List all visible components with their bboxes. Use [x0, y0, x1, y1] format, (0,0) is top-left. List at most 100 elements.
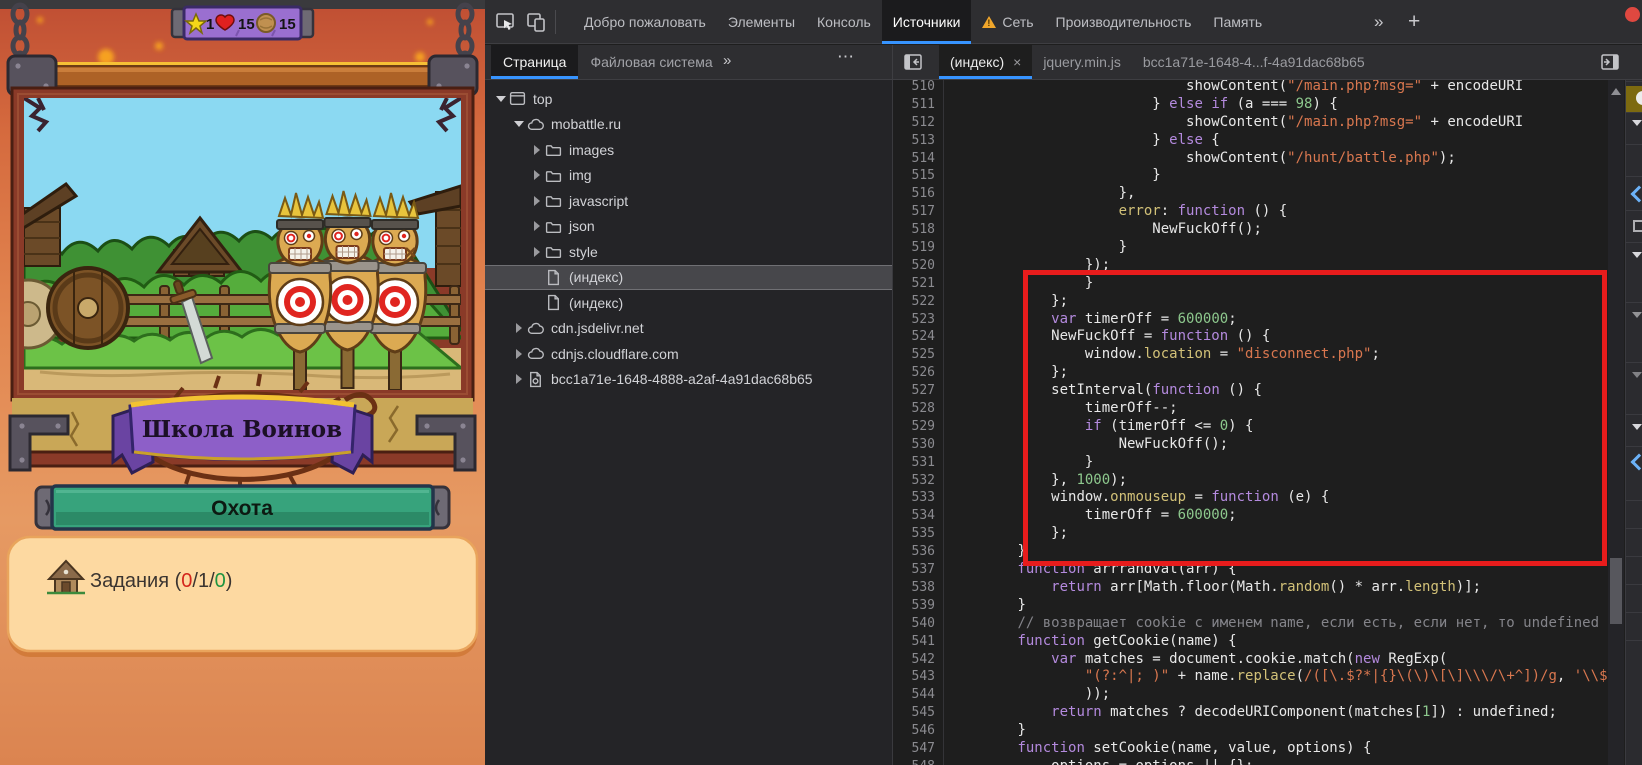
line-number[interactable]: 525	[893, 346, 935, 364]
line-number[interactable]: 534	[893, 507, 935, 525]
show-debugger-icon[interactable]	[1600, 52, 1620, 72]
tree-item-style[interactable]: style	[485, 239, 892, 265]
code-line-546[interactable]: 546 }	[893, 722, 1608, 740]
line-number[interactable]: 532	[893, 472, 935, 490]
add-tab-button[interactable]: +	[1397, 0, 1431, 44]
code-line-514[interactable]: 514 showContent("/hunt/battle.php");	[893, 150, 1608, 168]
chevron-collapsed-icon[interactable]	[513, 323, 525, 333]
code-line-513[interactable]: 513 } else {	[893, 132, 1608, 150]
line-number[interactable]: 513	[893, 132, 935, 150]
code-line-530[interactable]: 530 NewFuckOff();	[893, 436, 1608, 454]
step-icon[interactable]	[1626, 452, 1642, 468]
tree-item-top[interactable]: top	[485, 86, 892, 112]
code-line-539[interactable]: 539 }	[893, 597, 1608, 615]
line-number[interactable]: 544	[893, 686, 935, 704]
collapse-icon[interactable]	[1626, 420, 1642, 430]
code-line-531[interactable]: 531 }	[893, 454, 1608, 472]
line-number[interactable]: 523	[893, 311, 935, 329]
editor-tab[interactable]: (индекс)×	[939, 45, 1032, 79]
error-badge[interactable]	[1625, 7, 1640, 22]
toolbar-tab[interactable]: Сеть	[971, 0, 1044, 44]
code-line-535[interactable]: 535 };	[893, 525, 1608, 543]
code-line-519[interactable]: 519 }	[893, 239, 1608, 257]
code-line-533[interactable]: 533 window.onmouseup = function (e) {	[893, 489, 1608, 507]
chevron-collapsed-icon[interactable]	[513, 374, 525, 384]
chevron-collapsed-icon[interactable]	[513, 349, 525, 359]
code-line-544[interactable]: 544 ));	[893, 686, 1608, 704]
line-number[interactable]: 514	[893, 150, 935, 168]
chevron-expanded-icon[interactable]	[495, 96, 507, 102]
box-icon[interactable]	[1626, 216, 1642, 232]
device-toolbar-icon[interactable]	[525, 11, 547, 33]
line-number[interactable]: 516	[893, 185, 935, 203]
tree-item-cdnjs.cloudflare.com[interactable]: cdnjs.cloudflare.com	[485, 341, 892, 367]
code-line-526[interactable]: 526 };	[893, 364, 1608, 382]
chevron-collapsed-icon[interactable]	[531, 196, 543, 206]
code-line-527[interactable]: 527 setInterval(function () {	[893, 382, 1608, 400]
code-line-512[interactable]: 512 showContent("/main.php?msg=" + encod…	[893, 114, 1608, 132]
code-line-540[interactable]: 540 // возвращает cookie с именем name, …	[893, 615, 1608, 633]
code-line-515[interactable]: 515 }	[893, 167, 1608, 185]
line-number[interactable]: 519	[893, 239, 935, 257]
line-number[interactable]: 510	[893, 80, 935, 96]
tree-item-javascript[interactable]: javascript	[485, 188, 892, 214]
toolbar-tab[interactable]: Добро пожаловать	[573, 0, 717, 44]
collapse-icon[interactable]	[1626, 368, 1642, 378]
tree-item-json[interactable]: json	[485, 214, 892, 240]
line-number[interactable]: 541	[893, 633, 935, 651]
line-number[interactable]: 529	[893, 418, 935, 436]
line-number[interactable]: 512	[893, 114, 935, 132]
code-line-517[interactable]: 517 error: function () {	[893, 203, 1608, 221]
navigator-tab[interactable]: Страница	[491, 45, 578, 79]
tree-item-индекс[interactable]: (индекс)	[485, 265, 892, 291]
tree-item-mobattle.ru[interactable]: mobattle.ru	[485, 112, 892, 138]
line-number[interactable]: 543	[893, 668, 935, 686]
code-line-529[interactable]: 529 if (timerOff <= 0) {	[893, 418, 1608, 436]
code-line-510[interactable]: 510 showContent("/main.php?msg=" + encod…	[893, 80, 1608, 96]
toolbar-tab[interactable]: Память	[1202, 0, 1273, 44]
close-tab-icon[interactable]: ×	[1013, 54, 1021, 70]
hide-navigator-icon[interactable]	[903, 52, 923, 72]
tree-item-индекс[interactable]: (индекс)	[485, 290, 892, 316]
line-number[interactable]: 515	[893, 167, 935, 185]
code-editor[interactable]: 510 showContent("/main.php?msg=" + encod…	[893, 80, 1608, 765]
line-number[interactable]: 511	[893, 96, 935, 114]
code-line-532[interactable]: 532 }, 1000);	[893, 472, 1608, 490]
code-line-520[interactable]: 520 });	[893, 257, 1608, 275]
code-line-537[interactable]: 537 function arrrandval(arr) {	[893, 561, 1608, 579]
code-line-538[interactable]: 538 return arr[Math.floor(Math.random() …	[893, 579, 1608, 597]
code-line-516[interactable]: 516 },	[893, 185, 1608, 203]
line-number[interactable]: 535	[893, 525, 935, 543]
chevron-collapsed-icon[interactable]	[531, 170, 543, 180]
toolbar-tab[interactable]: Производительность	[1045, 0, 1203, 44]
collapse-icon[interactable]	[1626, 116, 1642, 126]
line-number[interactable]: 528	[893, 400, 935, 418]
line-number[interactable]: 546	[893, 722, 935, 740]
code-line-523[interactable]: 523 var timerOff = 600000;	[893, 311, 1608, 329]
code-line-524[interactable]: 524 NewFuckOff = function () {	[893, 328, 1608, 346]
line-number[interactable]: 539	[893, 597, 935, 615]
navigator-tab[interactable]: Файловая система	[578, 45, 724, 79]
line-number[interactable]: 517	[893, 203, 935, 221]
line-number[interactable]: 545	[893, 704, 935, 722]
line-number[interactable]: 521	[893, 275, 935, 293]
code-line-547[interactable]: 547 function setCookie(name, value, opti…	[893, 740, 1608, 758]
editor-tab[interactable]: bcc1a71e-1648-4...f-4a91dac68b65	[1132, 45, 1376, 79]
line-number[interactable]: 538	[893, 579, 935, 597]
tasks-panel[interactable]: Задания (0/1/0)	[8, 537, 477, 657]
tree-item-images[interactable]: images	[485, 137, 892, 163]
pause-icon[interactable]	[1626, 86, 1642, 112]
step-icon[interactable]	[1626, 184, 1642, 200]
line-number[interactable]: 522	[893, 293, 935, 311]
line-number[interactable]: 540	[893, 615, 935, 633]
scrollbar-thumb[interactable]	[1610, 558, 1622, 624]
chevron-expanded-icon[interactable]	[513, 121, 525, 127]
code-line-518[interactable]: 518 NewFuckOff();	[893, 221, 1608, 239]
line-number[interactable]: 531	[893, 454, 935, 472]
editor-tab[interactable]: jquery.min.js	[1032, 45, 1132, 79]
code-line-534[interactable]: 534 timerOff = 600000;	[893, 507, 1608, 525]
inspect-element-icon[interactable]	[495, 11, 517, 33]
code-line-536[interactable]: 536 }	[893, 543, 1608, 561]
toolbar-tab[interactable]: Консоль	[806, 0, 882, 44]
hunt-button[interactable]: Охота	[36, 486, 449, 529]
